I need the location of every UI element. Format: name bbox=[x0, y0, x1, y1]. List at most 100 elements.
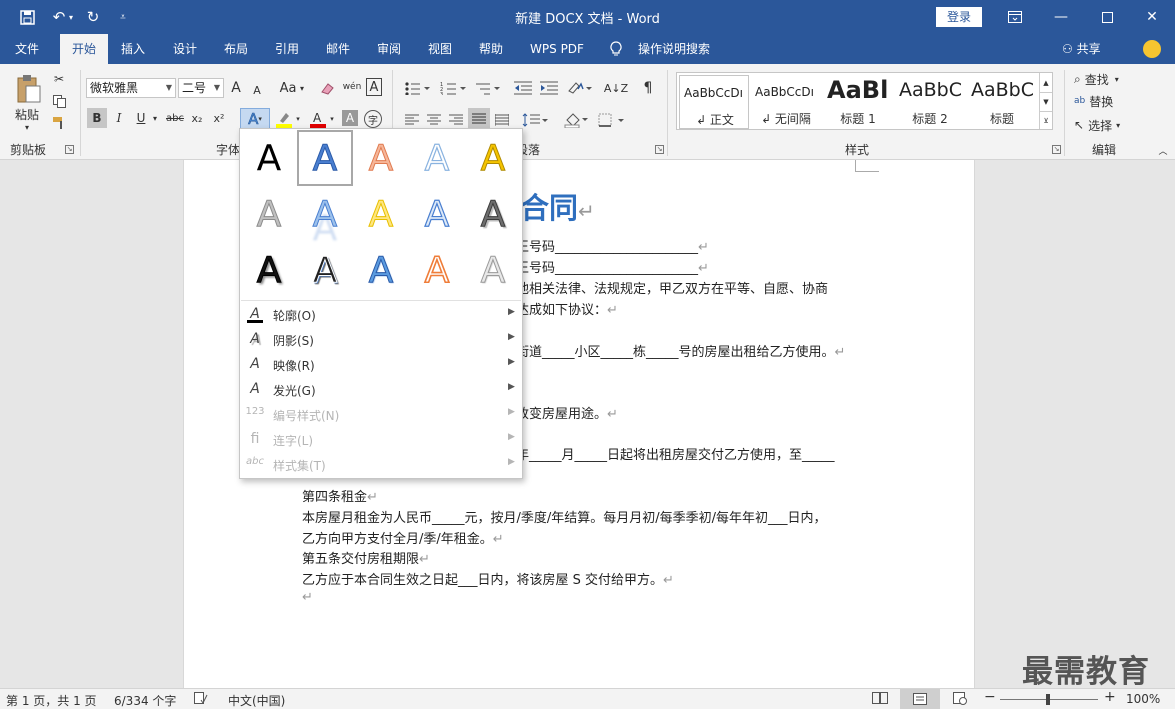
menu-item-outline[interactable]: A 轮廓(O) ▶ bbox=[240, 302, 522, 327]
tab-mailings[interactable]: 邮件 bbox=[317, 34, 359, 64]
style-title[interactable]: AaBbC 标题 bbox=[967, 75, 1037, 129]
underline-dropdown-icon[interactable]: ▾ bbox=[150, 108, 160, 128]
gallery-scroll-up-icon[interactable]: ▲ bbox=[1039, 73, 1052, 92]
chinese-layout-icon[interactable] bbox=[566, 78, 594, 98]
text-effect-option[interactable]: A bbox=[353, 242, 409, 298]
paste-dropdown-icon[interactable]: ▾ bbox=[20, 122, 34, 132]
character-shading-icon[interactable]: A bbox=[342, 110, 358, 126]
select-button[interactable]: ↖ 选择 ▾ bbox=[1074, 116, 1144, 134]
tab-help[interactable]: 帮助 bbox=[470, 34, 512, 64]
doc-line[interactable]: 乙方向甲方支付全月/季/年租金。↵ bbox=[302, 528, 504, 547]
text-effect-option[interactable]: A bbox=[465, 242, 521, 298]
zoom-level[interactable]: 100% bbox=[1126, 692, 1160, 706]
text-effect-option[interactable]: A bbox=[297, 130, 353, 186]
numbering-icon[interactable]: 123 bbox=[438, 78, 468, 98]
show-marks-icon[interactable]: ¶ bbox=[638, 78, 658, 98]
menu-item-shadow[interactable]: A 阴影(S) ▶ bbox=[240, 327, 522, 352]
text-effect-option[interactable]: A bbox=[297, 242, 353, 298]
text-effect-option[interactable]: A bbox=[353, 186, 409, 242]
phonetic-guide-icon[interactable]: wén bbox=[342, 76, 362, 98]
increase-indent-icon[interactable] bbox=[538, 78, 560, 98]
superscript-button[interactable]: x² bbox=[210, 108, 228, 128]
tab-review[interactable]: 审阅 bbox=[368, 34, 410, 64]
chevron-down-icon[interactable]: ▾ bbox=[328, 108, 336, 130]
minimize-icon[interactable]: — bbox=[1038, 0, 1084, 34]
login-button[interactable]: 登录 bbox=[936, 7, 982, 27]
zoom-in-button[interactable]: + bbox=[1104, 689, 1116, 705]
text-effect-option[interactable]: A bbox=[409, 186, 465, 242]
print-layout-icon[interactable] bbox=[900, 689, 940, 709]
text-effect-option[interactable]: A bbox=[409, 130, 465, 186]
doc-line[interactable]: 乙方应于本合同生效之日起___日内，将该房屋 S 交付给甲方。↵ bbox=[302, 569, 674, 588]
style-heading-2[interactable]: AaBbC 标题 2 bbox=[895, 75, 965, 129]
tab-file[interactable]: 文件 bbox=[6, 34, 48, 64]
paragraph-launcher-icon[interactable]: ↘ bbox=[655, 145, 664, 154]
character-border-icon[interactable]: A bbox=[366, 78, 382, 96]
chevron-down-icon[interactable]: ▾ bbox=[294, 108, 302, 130]
grow-font-icon[interactable]: A bbox=[228, 78, 244, 98]
strikethrough-button[interactable]: abc bbox=[164, 108, 186, 128]
font-size-combo[interactable]: 二号 ▼ bbox=[178, 78, 224, 98]
decrease-indent-icon[interactable] bbox=[512, 78, 534, 98]
close-icon[interactable]: ✕ bbox=[1129, 0, 1175, 34]
font-name-combo[interactable]: 微软雅黑 ▼ bbox=[86, 78, 176, 98]
share-button[interactable]: ⚇ 共享 bbox=[1062, 34, 1101, 64]
style-no-spacing[interactable]: AaBbCcDı ↲ 无间隔 bbox=[751, 75, 821, 129]
shading-icon[interactable] bbox=[562, 110, 590, 130]
format-painter-icon[interactable] bbox=[50, 114, 68, 132]
justify-icon[interactable] bbox=[468, 108, 490, 130]
tab-references[interactable]: 引用 bbox=[266, 34, 308, 64]
page-count[interactable]: 第 1 页，共 1 页 bbox=[6, 692, 97, 709]
text-effect-option[interactable]: A bbox=[241, 186, 297, 242]
find-button[interactable]: ⌕ 查找 ▾ bbox=[1074, 70, 1144, 88]
tab-wps-pdf[interactable]: WPS PDF bbox=[522, 34, 592, 64]
doc-line[interactable]: 街道_____小区_____栋_____号的房屋出租给乙方使用。↵ bbox=[516, 341, 845, 360]
borders-icon[interactable] bbox=[596, 110, 626, 130]
doc-line[interactable]: 达成如下协议：↵ bbox=[516, 299, 618, 318]
smiley-feedback-icon[interactable] bbox=[1143, 40, 1161, 58]
read-mode-icon[interactable] bbox=[872, 692, 888, 708]
ribbon-display-options-icon[interactable] bbox=[992, 0, 1038, 34]
underline-button[interactable]: U bbox=[132, 108, 150, 128]
sort-icon[interactable]: A↓Z bbox=[604, 78, 628, 98]
empty-paragraph[interactable]: ↵ bbox=[302, 590, 313, 605]
zoom-out-button[interactable]: − bbox=[984, 689, 996, 705]
text-effect-option[interactable]: A bbox=[409, 242, 465, 298]
align-center-icon[interactable] bbox=[424, 110, 444, 130]
tab-home[interactable]: 开始 bbox=[60, 34, 108, 64]
shrink-font-icon[interactable]: A bbox=[250, 80, 264, 100]
bullets-icon[interactable] bbox=[402, 78, 432, 98]
clear-formatting-icon[interactable] bbox=[318, 78, 338, 98]
change-case-icon[interactable]: Aa bbox=[278, 78, 298, 98]
text-effect-option[interactable]: A bbox=[297, 186, 353, 242]
doc-line[interactable]: 王号码______________________↵ bbox=[516, 236, 709, 255]
italic-button[interactable]: I bbox=[110, 108, 128, 128]
doc-line[interactable]: 第五条交付房租期限↵ bbox=[302, 548, 430, 567]
menu-item-glow[interactable]: A 发光(G) ▶ bbox=[240, 377, 522, 402]
maximize-icon[interactable] bbox=[1084, 0, 1130, 34]
gallery-scroll-down-icon[interactable]: ▼ bbox=[1039, 92, 1052, 111]
tab-layout[interactable]: 布局 bbox=[215, 34, 257, 64]
word-count[interactable]: 6/334 个字 bbox=[114, 692, 176, 709]
text-effects-button[interactable]: A ▾ bbox=[240, 108, 270, 130]
doc-line[interactable]: 年_____月_____日起将出租房屋交付乙方使用，至_____ bbox=[516, 444, 835, 463]
text-effect-option[interactable]: A bbox=[353, 130, 409, 186]
subscript-button[interactable]: x₂ bbox=[188, 108, 206, 128]
text-effect-option[interactable]: A bbox=[241, 130, 297, 186]
document-title[interactable]: 合同↵ bbox=[520, 185, 595, 227]
doc-line[interactable]: 本房屋月租金为人民币_____元，按月/季度/年结算。每月月初/每季季初/每年年… bbox=[302, 507, 827, 526]
doc-line[interactable]: 王号码______________________↵ bbox=[516, 257, 709, 276]
style-normal[interactable]: AaBbCcDı ↲ 正文 bbox=[679, 75, 749, 129]
replace-button[interactable]: ab 替换 bbox=[1074, 92, 1144, 110]
proofing-icon[interactable] bbox=[194, 692, 208, 708]
text-effect-option[interactable]: A bbox=[465, 186, 521, 242]
enclose-characters-icon[interactable]: 字 bbox=[364, 110, 382, 128]
tab-insert[interactable]: 插入 bbox=[112, 34, 154, 64]
bold-button[interactable]: B bbox=[87, 108, 107, 128]
gallery-more-icon[interactable]: ⊻ bbox=[1039, 111, 1052, 129]
doc-line[interactable]: 他相关法律、法规规定，甲乙双方在平等、自愿、协商 bbox=[516, 278, 828, 297]
text-effect-option[interactable]: A bbox=[465, 130, 521, 186]
collapse-ribbon-icon[interactable]: ︿ bbox=[1156, 144, 1170, 157]
cut-icon[interactable]: ✂ bbox=[50, 70, 68, 88]
paste-icon[interactable] bbox=[10, 72, 46, 106]
